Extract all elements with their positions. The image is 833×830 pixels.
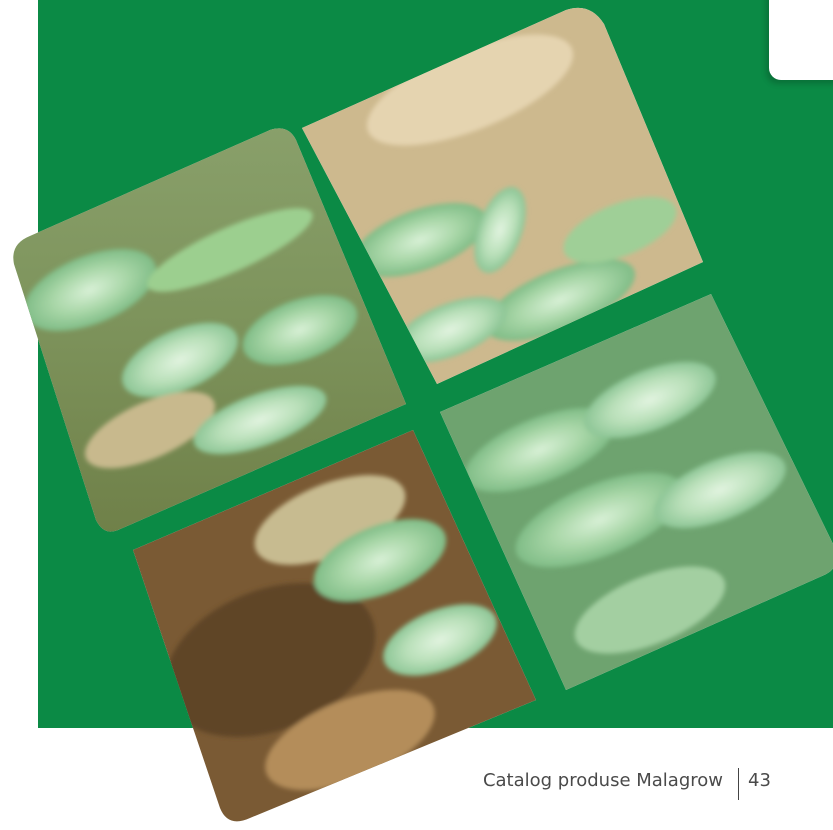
catalog-title: Catalog produse Malagrow xyxy=(482,770,723,791)
chapter-tab: P xyxy=(769,0,833,80)
page-number: 43 xyxy=(748,770,771,791)
footer-divider xyxy=(738,768,739,800)
aphid-photo-collage xyxy=(13,7,833,822)
page-footer: Catalog produse Malagrow 43 xyxy=(0,768,833,808)
